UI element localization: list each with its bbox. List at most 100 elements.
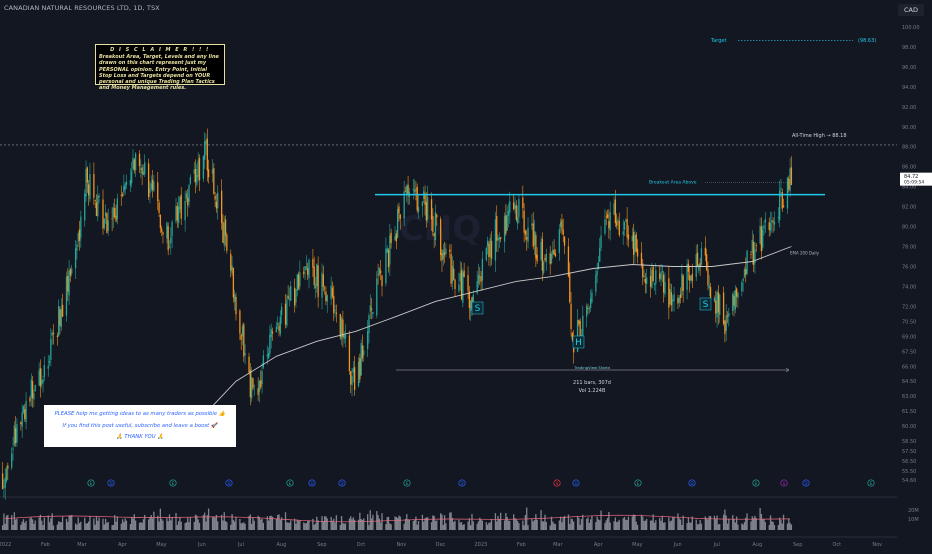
volume-bar [690,522,692,530]
volume-bar [123,521,125,530]
volume-bar [253,520,255,530]
price-tick-label: 57.50 [902,449,916,455]
volume-bar [235,516,237,530]
volume-bar [260,519,262,530]
volume-bar [652,514,654,530]
disclaimer-heading: D I S C L A I M E R ! ! ! [110,47,210,53]
volume-bar [196,515,198,530]
candle-body [523,210,525,233]
candle-body [700,248,703,265]
price-tick-label: 54.60 [902,478,916,484]
volume-bar [580,519,583,530]
volume-bar [207,508,210,530]
volume-bar [180,521,182,530]
candle-body [138,153,141,167]
candle-body [22,406,25,413]
candle-body [531,223,533,226]
currency-badge[interactable]: CAD [898,4,924,16]
volume-bar [522,520,524,530]
volume-bar [60,522,62,530]
candle-body [507,210,510,216]
volume-bar [59,521,61,530]
volume-bar [713,515,716,530]
volume-bar [595,522,597,530]
volume-bar [107,521,109,530]
candle-body [622,231,624,235]
candle-body [25,400,27,423]
candle-body [385,248,387,284]
candle-body [363,350,365,356]
volume-bar [48,522,51,530]
candle-body [144,162,146,175]
candle-body [481,258,484,281]
candle-body [257,388,259,395]
candle-body [623,221,626,230]
volume-bar [578,517,580,530]
volume-bar [84,517,86,530]
chart-area[interactable]: 100.00 98.00 96.00 94.00 92.00 90.00 88.00 86.0… [0,0,932,550]
volume-bar [138,522,141,530]
candle-body [595,274,597,292]
candle-body [372,311,374,314]
volume-bar [471,513,473,530]
volume-bar [609,522,611,530]
volume-bar [541,521,544,530]
event-marker-letter: D [460,481,463,486]
volume-bar [43,517,45,530]
candle-body [764,219,766,223]
target-value-label: (98.63) [858,38,876,44]
volume-bar [715,518,717,530]
volume-bar [524,514,527,530]
volume-bar [741,523,743,530]
volume-bar [695,519,697,530]
volume-bar [516,520,519,530]
candle-body [132,157,134,169]
volume-bar [161,518,163,530]
candle-body [205,140,207,144]
volume-bar [133,514,135,530]
volume-bar [176,524,178,530]
candle-body [686,264,688,290]
volume-bar [111,525,113,530]
volume-bar [179,517,181,530]
candle-body [59,309,61,326]
candle-body [189,177,192,184]
candle-body [496,215,498,241]
candle-body [489,237,491,257]
candle-body [561,219,563,231]
candle-body [116,198,118,219]
volume-bar [687,517,690,530]
candle-body [696,252,699,267]
candle-body [1,473,4,489]
volume-bar [500,512,502,530]
volume-bar [240,523,242,530]
event-marker-letter: S [556,481,559,486]
volume-bar [239,518,241,530]
price-tick-label: 64.50 [902,379,916,385]
candle-body [151,179,154,190]
candle-body [725,315,727,331]
candle-body [214,195,216,200]
volume-bar [94,524,96,530]
candle-body [296,274,298,291]
volume-bar [599,520,601,530]
symbol-title[interactable]: CANADIAN NATURAL RESOURCES LTD, 1D, TSX [4,4,160,12]
volume-bar [325,516,327,530]
candle-body [335,312,338,314]
candle-body [131,171,133,184]
candle-body [751,239,753,254]
event-marker-letter: $ [783,481,786,486]
time-tick-label: Nov [872,542,882,548]
volume-bar [3,513,5,530]
volume-bar [625,519,627,530]
candle-body [453,268,455,280]
volume-bar [634,515,636,530]
candle-body [395,233,397,242]
volume-bar [58,521,60,530]
candle-body [42,379,44,384]
volume-bar [103,524,105,530]
candle-body [313,266,315,285]
candle-body [258,380,261,392]
candle-body [11,453,13,468]
volume-bar [147,519,150,530]
